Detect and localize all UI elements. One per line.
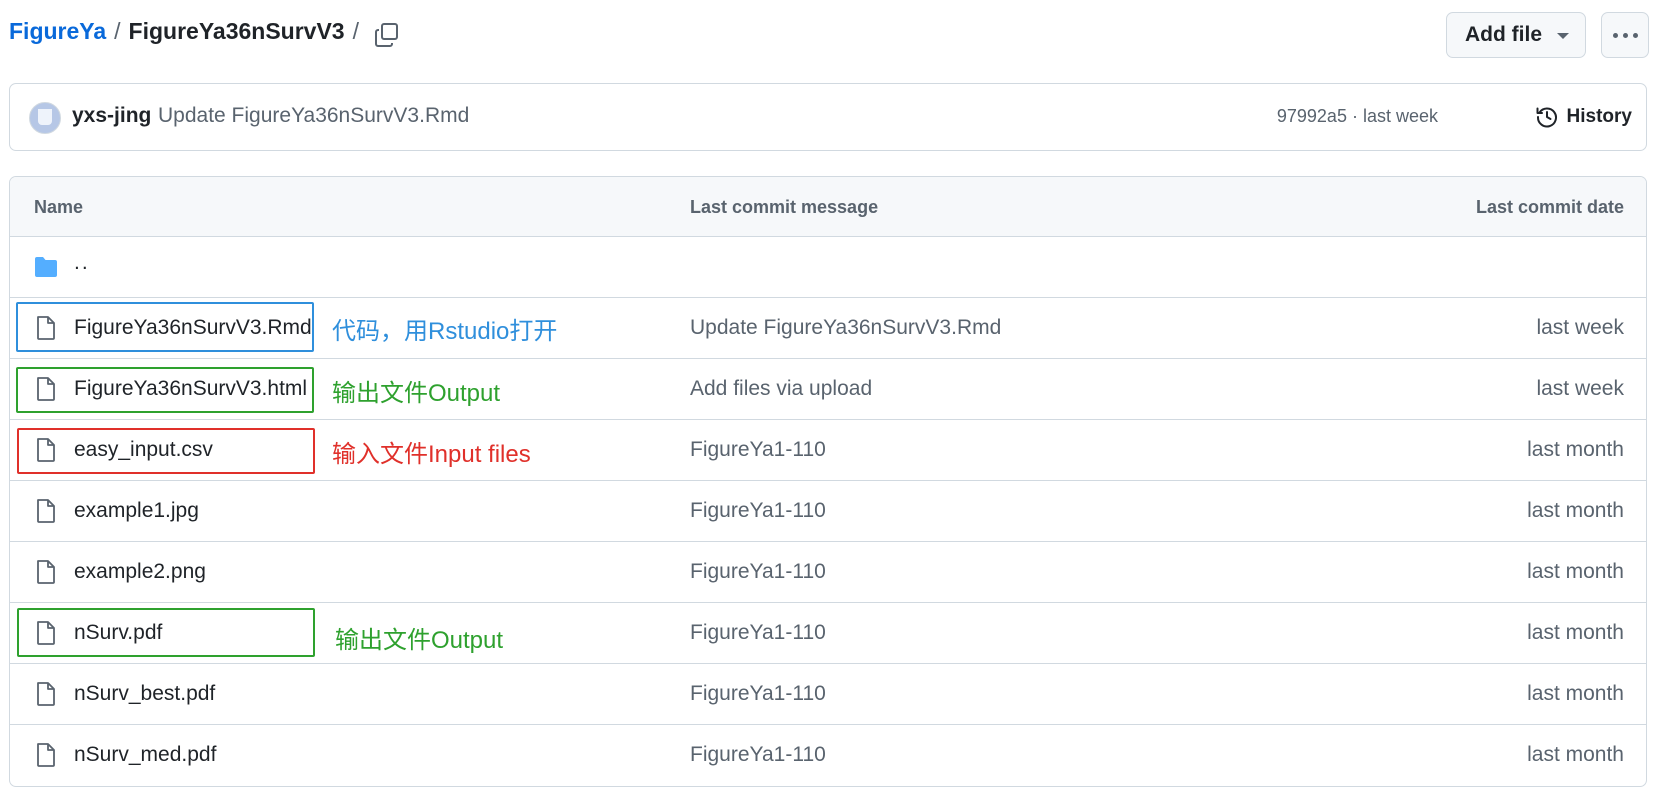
commit-date: last month xyxy=(1527,621,1624,644)
commit-message-link[interactable]: Update FigureYa36nSurvV3.Rmd xyxy=(690,316,1001,340)
table-row: easy_input.csv FigureYa1-110 last month xyxy=(10,420,1646,481)
commit-meta-separator: · xyxy=(1346,106,1363,126)
parent-directory-link[interactable]: .. xyxy=(74,251,90,275)
file-name-link[interactable]: easy_input.csv xyxy=(74,438,213,462)
commit-message-link[interactable]: FigureYa1-110 xyxy=(690,743,826,767)
file-icon xyxy=(37,499,55,523)
commit-date: last week xyxy=(1536,316,1624,339)
column-header-commit-message: Last commit message xyxy=(690,197,879,217)
commit-date: last week xyxy=(1536,377,1624,400)
file-name-link[interactable]: nSurv_best.pdf xyxy=(74,682,215,706)
triangle-down-icon xyxy=(1557,33,1569,39)
table-row: FigureYa36nSurvV3.html Add files via upl… xyxy=(10,359,1646,420)
table-row: example1.jpg FigureYa1-110 last month xyxy=(10,481,1646,542)
file-icon xyxy=(37,377,55,401)
commit-date: last month xyxy=(1527,499,1624,522)
commit-time: last week xyxy=(1362,106,1438,126)
more-options-button[interactable] xyxy=(1601,12,1649,58)
history-label: History xyxy=(1566,106,1632,127)
history-icon xyxy=(1536,107,1557,128)
table-row: nSurv_best.pdf FigureYa1-110 last month xyxy=(10,664,1646,725)
commit-author-link[interactable]: yxs-jing xyxy=(72,104,151,128)
table-header: Name Last commit message Last commit dat… xyxy=(10,177,1646,237)
file-name-link[interactable]: FigureYa36nSurvV3.html xyxy=(74,377,307,401)
breadcrumb-repo-link[interactable]: FigureYa xyxy=(9,18,106,45)
history-button[interactable]: History xyxy=(1535,98,1632,136)
commit-message-link[interactable]: Update FigureYa36nSurvV3.Rmd xyxy=(158,104,469,128)
add-file-button[interactable]: Add file xyxy=(1446,12,1586,58)
file-name-link[interactable]: nSurv_med.pdf xyxy=(74,743,216,767)
file-icon xyxy=(37,743,55,767)
commit-message-link[interactable]: FigureYa1-110 xyxy=(690,682,826,706)
breadcrumb-separator: / xyxy=(114,18,121,44)
top-bar: FigureYa / FigureYa36nSurvV3 / Add file xyxy=(0,0,1654,72)
table-row: nSurv.pdf FigureYa1-110 last month xyxy=(10,603,1646,664)
file-icon xyxy=(37,438,55,462)
file-icon xyxy=(37,682,55,706)
table-row: FigureYa36nSurvV3.Rmd Update FigureYa36n… xyxy=(10,298,1646,359)
file-name-link[interactable]: FigureYa36nSurvV3.Rmd xyxy=(74,316,312,340)
commit-date: last month xyxy=(1527,560,1624,583)
copy-path-button[interactable] xyxy=(372,20,402,50)
copy-icon xyxy=(375,23,398,47)
commit-message-link[interactable]: FigureYa1-110 xyxy=(690,499,826,523)
commit-message-link[interactable]: Add files via upload xyxy=(690,377,872,401)
annotation-label-output-pdf: 输出文件Output xyxy=(335,627,504,654)
breadcrumb-current-directory: FigureYa36nSurvV3 xyxy=(128,18,345,44)
breadcrumb: FigureYa / FigureYa36nSurvV3 / xyxy=(9,18,367,45)
file-name-link[interactable]: example1.jpg xyxy=(74,499,199,523)
commit-message-link[interactable]: FigureYa1-110 xyxy=(690,621,826,645)
commit-date: last month xyxy=(1527,438,1624,461)
file-icon xyxy=(37,316,55,340)
commit-message-link[interactable]: FigureYa1-110 xyxy=(690,560,826,584)
commit-date: last month xyxy=(1527,743,1624,766)
file-table: Name Last commit message Last commit dat… xyxy=(9,176,1647,787)
annotation-label-input: 输入文件Input files xyxy=(332,441,531,468)
breadcrumb-separator-trailing: / xyxy=(352,18,359,44)
parent-directory-row[interactable]: .. xyxy=(10,237,1646,298)
column-header-commit-date: Last commit date xyxy=(1475,197,1624,217)
kebab-horizontal-icon xyxy=(1612,32,1638,38)
commit-date: last month xyxy=(1527,682,1624,705)
add-file-label: Add file xyxy=(1465,23,1542,46)
file-icon xyxy=(37,560,55,584)
file-icon xyxy=(37,621,55,645)
annotation-label-code: 代码，用Rstudio打开 xyxy=(332,318,558,345)
file-name-link[interactable]: nSurv.pdf xyxy=(74,621,162,645)
table-row: example2.png FigureYa1-110 last month xyxy=(10,542,1646,603)
column-header-name: Name xyxy=(34,197,84,217)
commit-sha-link[interactable]: 97992a5 xyxy=(1277,106,1347,126)
annotation-label-output-html: 输出文件Output xyxy=(332,380,501,407)
commit-message-link[interactable]: FigureYa1-110 xyxy=(690,438,826,462)
latest-commit-bar: yxs-jing Update FigureYa36nSurvV3.Rmd 97… xyxy=(9,83,1647,151)
file-name-link[interactable]: example2.png xyxy=(74,560,206,584)
table-row: nSurv_med.pdf FigureYa1-110 last month xyxy=(10,725,1646,786)
avatar[interactable] xyxy=(29,102,61,134)
folder-icon xyxy=(35,257,57,277)
commit-meta: 97992a5 · last week xyxy=(1277,106,1438,127)
